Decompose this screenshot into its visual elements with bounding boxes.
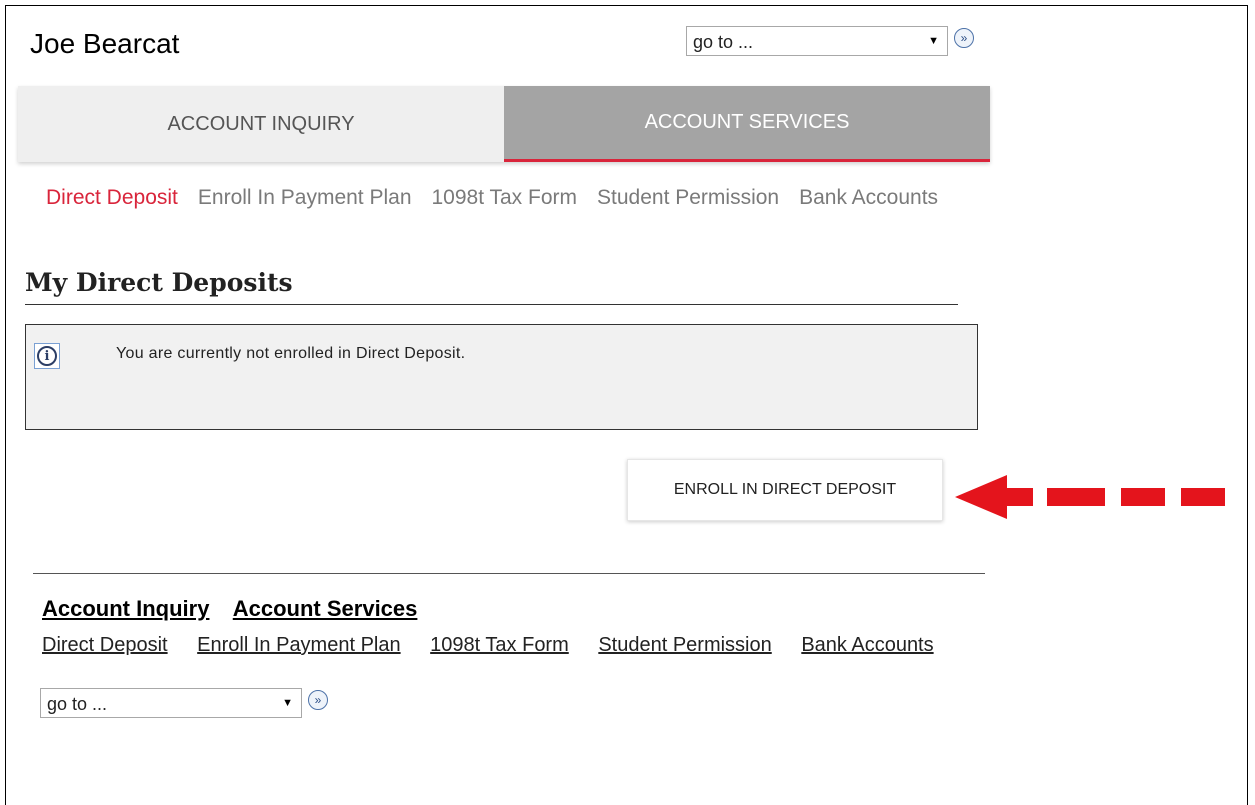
arrow-dash xyxy=(1181,488,1225,506)
double-chevron-right-icon: » xyxy=(960,31,968,45)
footer-link-account-inquiry[interactable]: Account Inquiry xyxy=(42,596,209,621)
goto-select-value: go to ... xyxy=(693,32,754,52)
arrow-dash xyxy=(1047,488,1105,506)
tab-account-inquiry[interactable]: ACCOUNT INQUIRY xyxy=(18,86,504,162)
user-name: Joe Bearcat xyxy=(30,28,180,59)
subnav-student-permission[interactable]: Student Permission xyxy=(597,186,779,210)
enroll-button-label: ENROLL IN DIRECT DEPOSIT xyxy=(673,481,897,498)
footer-link-1098t-tax-form[interactable]: 1098t Tax Form xyxy=(430,634,569,656)
chevron-down-icon: ▼ xyxy=(282,697,293,709)
footer-goto-select[interactable]: go to ... ▼ xyxy=(40,688,302,718)
footer-sub-links: Direct Deposit Enroll In Payment Plan 10… xyxy=(42,634,958,657)
double-chevron-right-icon: » xyxy=(314,693,322,707)
footer-link-account-services[interactable]: Account Services xyxy=(233,596,418,621)
goto-select[interactable]: go to ... ▼ xyxy=(686,26,948,56)
goto-select-value: go to ... xyxy=(47,694,108,714)
footer-go-button[interactable]: » xyxy=(308,690,328,710)
tab-account-services[interactable]: ACCOUNT SERVICES xyxy=(504,86,990,162)
sub-navigation: Direct Deposit Enroll In Payment Plan 10… xyxy=(46,186,958,210)
arrow-dash xyxy=(1005,488,1033,506)
go-button[interactable]: » xyxy=(954,28,974,48)
arrow-dash xyxy=(1121,488,1165,506)
arrow-head xyxy=(955,475,1007,519)
info-icon: i xyxy=(34,343,60,369)
footer-link-bank-accounts[interactable]: Bank Accounts xyxy=(801,634,933,656)
main-tabs: ACCOUNT INQUIRY ACCOUNT SERVICES xyxy=(18,86,990,162)
page-title: My Direct Deposits xyxy=(25,268,293,297)
chevron-down-icon: ▼ xyxy=(928,35,939,47)
header-goto: go to ... ▼ » xyxy=(686,26,974,56)
info-icon-glyph: i xyxy=(37,346,57,366)
footer-goto: go to ... ▼ » xyxy=(40,688,328,718)
footer-link-direct-deposit[interactable]: Direct Deposit xyxy=(42,634,168,656)
title-divider xyxy=(25,304,958,305)
subnav-enroll-payment-plan[interactable]: Enroll In Payment Plan xyxy=(198,186,412,210)
footer-main-links: Account Inquiry Account Services xyxy=(42,596,435,622)
subnav-direct-deposit[interactable]: Direct Deposit xyxy=(46,186,178,210)
subnav-bank-accounts[interactable]: Bank Accounts xyxy=(799,186,938,210)
enroll-direct-deposit-button[interactable]: ENROLL IN DIRECT DEPOSIT xyxy=(627,459,943,521)
footer-divider xyxy=(33,573,985,574)
footer-link-student-permission[interactable]: Student Permission xyxy=(598,634,771,656)
info-message-box: i You are currently not enrolled in Dire… xyxy=(25,324,978,430)
footer-link-enroll-payment-plan[interactable]: Enroll In Payment Plan xyxy=(197,634,400,656)
info-message: You are currently not enrolled in Direct… xyxy=(116,345,466,362)
tab-label: ACCOUNT SERVICES xyxy=(644,111,850,133)
arrow-left-icon xyxy=(955,475,1225,519)
tab-label: ACCOUNT INQUIRY xyxy=(167,112,355,135)
subnav-1098t-tax-form[interactable]: 1098t Tax Form xyxy=(432,186,578,210)
